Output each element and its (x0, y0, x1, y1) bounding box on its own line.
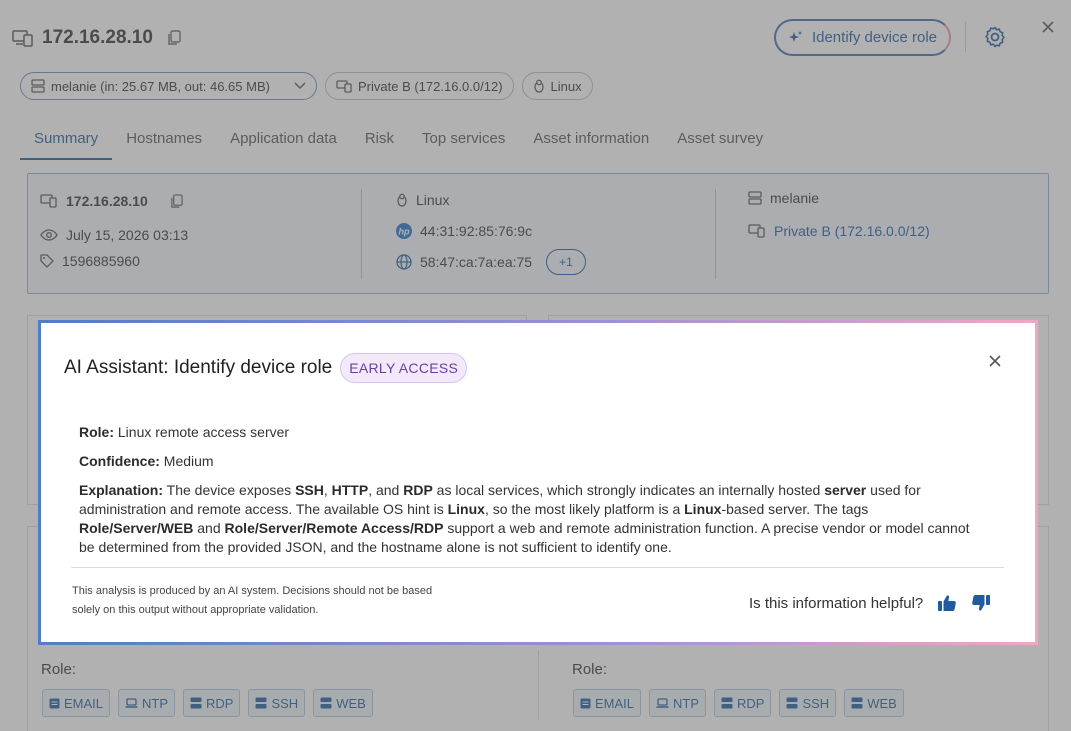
role-value: Linux remote access server (117, 424, 290, 440)
dialog-divider (71, 567, 1004, 568)
explanation-highlight: Role/Server/Remote Access/RDP (224, 520, 444, 536)
explanation-highlight: server (824, 482, 867, 498)
dialog-close-icon[interactable] (987, 353, 1003, 369)
ai-assistant-dialog: AI Assistant: Identify device role EARLY… (38, 320, 1038, 645)
dialog-header: AI Assistant: Identify device role EARLY… (64, 353, 468, 383)
thumbs-up-icon[interactable] (937, 593, 957, 613)
role-line: Role: Linux remote access server (79, 423, 984, 442)
early-access-badge: EARLY ACCESS (340, 353, 468, 383)
explanation-text: and (193, 520, 225, 536)
ai-disclaimer: This analysis is produced by an AI syste… (72, 585, 433, 616)
explanation-text: , (323, 482, 332, 498)
ai-assistant-dialog-body: AI Assistant: Identify device role EARLY… (41, 323, 1035, 642)
explanation-text: The device exposes (166, 482, 296, 498)
role-label: Role: (79, 424, 114, 440)
confidence-value: Medium (163, 453, 214, 469)
explanation-highlight: Role/Server/WEB (79, 520, 194, 536)
explanation-highlight: HTTP (331, 482, 369, 498)
explanation-label: Explanation: (79, 482, 164, 498)
explanation-text: -based server. The tags (721, 501, 869, 517)
feedback-question: Is this information helpful? (749, 594, 924, 612)
confidence-label: Confidence: (79, 453, 160, 469)
thumbs-down-icon[interactable] (971, 593, 991, 613)
ai-analysis-content: Role: Linux remote access server Confide… (79, 423, 984, 567)
explanation-text: , so the most likely platform is a (484, 501, 685, 517)
explanation-highlight: Linux (447, 501, 485, 517)
explanation-paragraph: Explanation: The device exposes SSH, HTT… (79, 481, 984, 557)
confidence-line: Confidence: Medium (79, 452, 984, 471)
explanation-text: , and (368, 482, 404, 498)
explanation-highlight: Linux (684, 501, 722, 517)
explanation-highlight: RDP (403, 482, 433, 498)
explanation-text: as local services, which strongly indica… (432, 482, 825, 498)
feedback-row: Is this information helpful? (749, 593, 991, 613)
explanation-highlight: SSH (295, 482, 324, 498)
dialog-title: AI Assistant: Identify device role (64, 357, 333, 378)
